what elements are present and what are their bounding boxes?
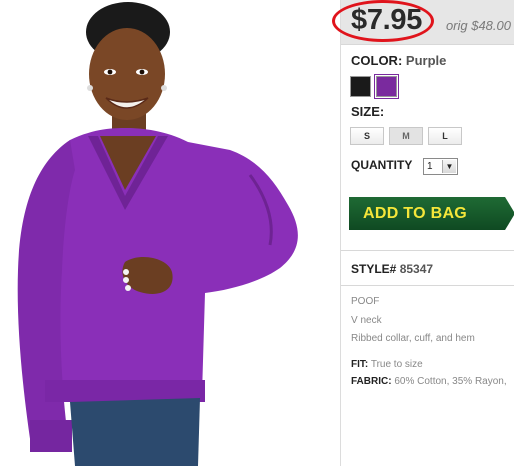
quantity-value: 1 (427, 161, 433, 172)
add-to-bag-button[interactable]: ADD TO BAG (349, 197, 514, 230)
model-photo (17, 2, 298, 466)
description-line: V neck (351, 315, 382, 326)
size-s-button[interactable]: S (350, 127, 384, 145)
divider (341, 250, 514, 251)
fabric-spec: FABRIC: 60% Cotton, 35% Rayon, (351, 376, 507, 387)
divider (341, 44, 514, 45)
fabric-label: FABRIC: (351, 376, 392, 387)
price-row: $7.95 orig $48.00 (332, 0, 514, 44)
selected-color: Purple (405, 53, 447, 68)
color-label: COLOR: Purple (351, 53, 446, 68)
price-highlight-circle (332, 0, 434, 42)
quantity-label: QUANTITY (351, 158, 413, 172)
quantity-select[interactable]: 1 ▼ (423, 158, 458, 175)
original-price: orig $48.00 (445, 18, 511, 33)
fit-value: True to size (370, 359, 423, 370)
fit-label: FIT: (351, 359, 369, 370)
fit-spec: FIT: True to size (351, 359, 423, 370)
divider (341, 285, 514, 286)
description-line: Ribbed collar, cuff, and hem (351, 333, 475, 344)
fabric-value: 60% Cotton, 35% Rayon, (394, 376, 507, 387)
description-line: POOF (351, 296, 380, 307)
product-image (0, 0, 340, 466)
swatch-purple[interactable] (374, 74, 399, 99)
size-m-button[interactable]: M (389, 127, 423, 145)
size-l-button[interactable]: L (428, 127, 462, 145)
size-label: SIZE: (351, 104, 385, 119)
style-value: 85347 (399, 262, 434, 276)
color-label-text: COLOR: (351, 53, 403, 68)
swatch-black[interactable] (350, 76, 371, 97)
chevron-down-icon: ▼ (442, 160, 456, 173)
style-number: STYLE# 85347 (351, 262, 433, 276)
product-info-panel: $7.95 orig $48.00 COLOR: Purple SIZE: S … (332, 0, 514, 466)
style-label-text: STYLE# (351, 262, 397, 276)
